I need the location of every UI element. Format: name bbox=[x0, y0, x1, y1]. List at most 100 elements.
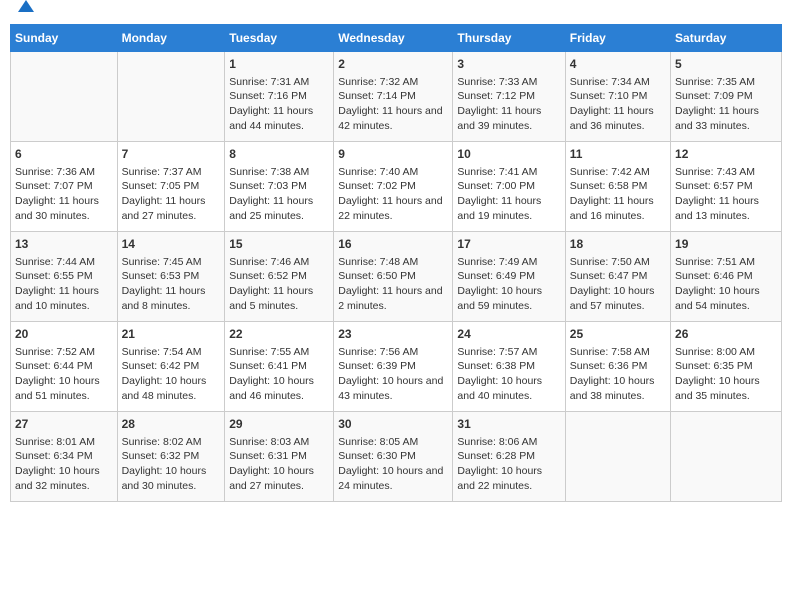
day-cell: 9 Sunrise: 7:40 AM Sunset: 7:02 PM Daylig… bbox=[334, 142, 453, 232]
day-info: Sunrise: 7:40 AM Sunset: 7:02 PM Dayligh… bbox=[338, 165, 448, 224]
day-info: Sunrise: 7:48 AM Sunset: 6:50 PM Dayligh… bbox=[338, 255, 448, 314]
day-number: 2 bbox=[338, 56, 448, 73]
day-number: 11 bbox=[570, 146, 666, 163]
day-info: Sunrise: 7:31 AM Sunset: 7:16 PM Dayligh… bbox=[229, 75, 329, 134]
day-info: Sunrise: 7:45 AM Sunset: 6:53 PM Dayligh… bbox=[122, 255, 221, 314]
day-cell: 24 Sunrise: 7:57 AM Sunset: 6:38 PM Dayli… bbox=[453, 322, 565, 412]
day-info: Sunrise: 7:50 AM Sunset: 6:47 PM Dayligh… bbox=[570, 255, 666, 314]
day-number: 5 bbox=[675, 56, 777, 73]
day-cell: 5 Sunrise: 7:35 AM Sunset: 7:09 PM Daylig… bbox=[671, 52, 782, 142]
day-info: Sunrise: 7:38 AM Sunset: 7:03 PM Dayligh… bbox=[229, 165, 329, 224]
day-number: 27 bbox=[15, 416, 113, 433]
day-info: Sunrise: 8:03 AM Sunset: 6:31 PM Dayligh… bbox=[229, 435, 329, 494]
day-info: Sunrise: 7:49 AM Sunset: 6:49 PM Dayligh… bbox=[457, 255, 560, 314]
day-cell bbox=[117, 52, 225, 142]
header-cell-sunday: Sunday bbox=[11, 25, 118, 52]
day-cell: 27 Sunrise: 8:01 AM Sunset: 6:34 PM Dayli… bbox=[11, 412, 118, 502]
day-number: 15 bbox=[229, 236, 329, 253]
day-info: Sunrise: 7:36 AM Sunset: 7:07 PM Dayligh… bbox=[15, 165, 113, 224]
day-info: Sunrise: 7:43 AM Sunset: 6:57 PM Dayligh… bbox=[675, 165, 777, 224]
day-info: Sunrise: 7:33 AM Sunset: 7:12 PM Dayligh… bbox=[457, 75, 560, 134]
day-info: Sunrise: 8:02 AM Sunset: 6:32 PM Dayligh… bbox=[122, 435, 221, 494]
day-cell: 11Sunrise: 7:42 AM Sunset: 6:58 PM Dayli… bbox=[565, 142, 670, 232]
day-number: 3 bbox=[457, 56, 560, 73]
day-cell: 13 Sunrise: 7:44 AM Sunset: 6:55 PM Dayli… bbox=[11, 232, 118, 322]
header-cell-saturday: Saturday bbox=[671, 25, 782, 52]
day-cell bbox=[565, 412, 670, 502]
day-number: 13 bbox=[15, 236, 113, 253]
header-cell-friday: Friday bbox=[565, 25, 670, 52]
week-row-2: 6 Sunrise: 7:36 AM Sunset: 7:07 PM Daylig… bbox=[11, 142, 782, 232]
day-number: 17 bbox=[457, 236, 560, 253]
day-number: 29 bbox=[229, 416, 329, 433]
day-number: 1 bbox=[229, 56, 329, 73]
week-row-3: 13 Sunrise: 7:44 AM Sunset: 6:55 PM Dayli… bbox=[11, 232, 782, 322]
day-cell: 31 Sunrise: 8:06 AM Sunset: 6:28 PM Dayli… bbox=[453, 412, 565, 502]
day-number: 16 bbox=[338, 236, 448, 253]
day-number: 7 bbox=[122, 146, 221, 163]
day-info: Sunrise: 7:56 AM Sunset: 6:39 PM Dayligh… bbox=[338, 345, 448, 404]
day-number: 8 bbox=[229, 146, 329, 163]
header-row: SundayMondayTuesdayWednesdayThursdayFrid… bbox=[11, 25, 782, 52]
day-cell: 1 Sunrise: 7:31 AM Sunset: 7:16 PM Daylig… bbox=[225, 52, 334, 142]
header-cell-tuesday: Tuesday bbox=[225, 25, 334, 52]
day-cell: 14 Sunrise: 7:45 AM Sunset: 6:53 PM Dayli… bbox=[117, 232, 225, 322]
day-number: 14 bbox=[122, 236, 221, 253]
day-cell: 26 Sunrise: 8:00 AM Sunset: 6:35 PM Dayli… bbox=[671, 322, 782, 412]
day-number: 24 bbox=[457, 326, 560, 343]
day-number: 28 bbox=[122, 416, 221, 433]
day-number: 20 bbox=[15, 326, 113, 343]
day-info: Sunrise: 7:58 AM Sunset: 6:36 PM Dayligh… bbox=[570, 345, 666, 404]
day-cell: 16 Sunrise: 7:48 AM Sunset: 6:50 PM Dayli… bbox=[334, 232, 453, 322]
day-number: 19 bbox=[675, 236, 777, 253]
day-info: Sunrise: 7:44 AM Sunset: 6:55 PM Dayligh… bbox=[15, 255, 113, 314]
day-info: Sunrise: 7:34 AM Sunset: 7:10 PM Dayligh… bbox=[570, 75, 666, 134]
day-number: 25 bbox=[570, 326, 666, 343]
day-number: 26 bbox=[675, 326, 777, 343]
day-info: Sunrise: 8:00 AM Sunset: 6:35 PM Dayligh… bbox=[675, 345, 777, 404]
day-number: 18 bbox=[570, 236, 666, 253]
day-cell bbox=[11, 52, 118, 142]
day-info: Sunrise: 8:06 AM Sunset: 6:28 PM Dayligh… bbox=[457, 435, 560, 494]
day-cell: 10Sunrise: 7:41 AM Sunset: 7:00 PM Dayli… bbox=[453, 142, 565, 232]
calendar-table: SundayMondayTuesdayWednesdayThursdayFrid… bbox=[10, 24, 782, 502]
day-cell: 4 Sunrise: 7:34 AM Sunset: 7:10 PM Daylig… bbox=[565, 52, 670, 142]
day-number: 23 bbox=[338, 326, 448, 343]
day-cell: 21 Sunrise: 7:54 AM Sunset: 6:42 PM Dayli… bbox=[117, 322, 225, 412]
day-cell: 18 Sunrise: 7:50 AM Sunset: 6:47 PM Dayli… bbox=[565, 232, 670, 322]
day-cell: 22 Sunrise: 7:55 AM Sunset: 6:41 PM Dayli… bbox=[225, 322, 334, 412]
week-row-5: 27 Sunrise: 8:01 AM Sunset: 6:34 PM Dayli… bbox=[11, 412, 782, 502]
day-cell: 23 Sunrise: 7:56 AM Sunset: 6:39 PM Dayli… bbox=[334, 322, 453, 412]
day-cell: 19Sunrise: 7:51 AM Sunset: 6:46 PM Dayli… bbox=[671, 232, 782, 322]
day-info: Sunrise: 7:54 AM Sunset: 6:42 PM Dayligh… bbox=[122, 345, 221, 404]
day-info: Sunrise: 7:35 AM Sunset: 7:09 PM Dayligh… bbox=[675, 75, 777, 134]
day-number: 22 bbox=[229, 326, 329, 343]
day-cell: 2 Sunrise: 7:32 AM Sunset: 7:14 PM Daylig… bbox=[334, 52, 453, 142]
day-number: 12 bbox=[675, 146, 777, 163]
day-number: 31 bbox=[457, 416, 560, 433]
day-cell: 17 Sunrise: 7:49 AM Sunset: 6:49 PM Dayli… bbox=[453, 232, 565, 322]
day-info: Sunrise: 7:41 AM Sunset: 7:00 PM Dayligh… bbox=[457, 165, 560, 224]
day-number: 30 bbox=[338, 416, 448, 433]
day-info: Sunrise: 7:57 AM Sunset: 6:38 PM Dayligh… bbox=[457, 345, 560, 404]
day-info: Sunrise: 7:37 AM Sunset: 7:05 PM Dayligh… bbox=[122, 165, 221, 224]
day-cell: 15 Sunrise: 7:46 AM Sunset: 6:52 PM Dayli… bbox=[225, 232, 334, 322]
day-number: 9 bbox=[338, 146, 448, 163]
day-info: Sunrise: 8:01 AM Sunset: 6:34 PM Dayligh… bbox=[15, 435, 113, 494]
logo-icon bbox=[16, 0, 36, 16]
header-cell-thursday: Thursday bbox=[453, 25, 565, 52]
week-row-1: 1 Sunrise: 7:31 AM Sunset: 7:16 PM Daylig… bbox=[11, 52, 782, 142]
day-number: 4 bbox=[570, 56, 666, 73]
day-info: Sunrise: 7:55 AM Sunset: 6:41 PM Dayligh… bbox=[229, 345, 329, 404]
week-row-4: 20Sunrise: 7:52 AM Sunset: 6:44 PM Dayli… bbox=[11, 322, 782, 412]
day-cell: 3 Sunrise: 7:33 AM Sunset: 7:12 PM Daylig… bbox=[453, 52, 565, 142]
day-info: Sunrise: 7:32 AM Sunset: 7:14 PM Dayligh… bbox=[338, 75, 448, 134]
day-info: Sunrise: 7:46 AM Sunset: 6:52 PM Dayligh… bbox=[229, 255, 329, 314]
day-cell: 28 Sunrise: 8:02 AM Sunset: 6:32 PM Dayli… bbox=[117, 412, 225, 502]
day-number: 21 bbox=[122, 326, 221, 343]
day-cell: 6 Sunrise: 7:36 AM Sunset: 7:07 PM Daylig… bbox=[11, 142, 118, 232]
day-number: 6 bbox=[15, 146, 113, 163]
day-cell: 12 Sunrise: 7:43 AM Sunset: 6:57 PM Dayli… bbox=[671, 142, 782, 232]
header-cell-monday: Monday bbox=[117, 25, 225, 52]
day-info: Sunrise: 8:05 AM Sunset: 6:30 PM Dayligh… bbox=[338, 435, 448, 494]
